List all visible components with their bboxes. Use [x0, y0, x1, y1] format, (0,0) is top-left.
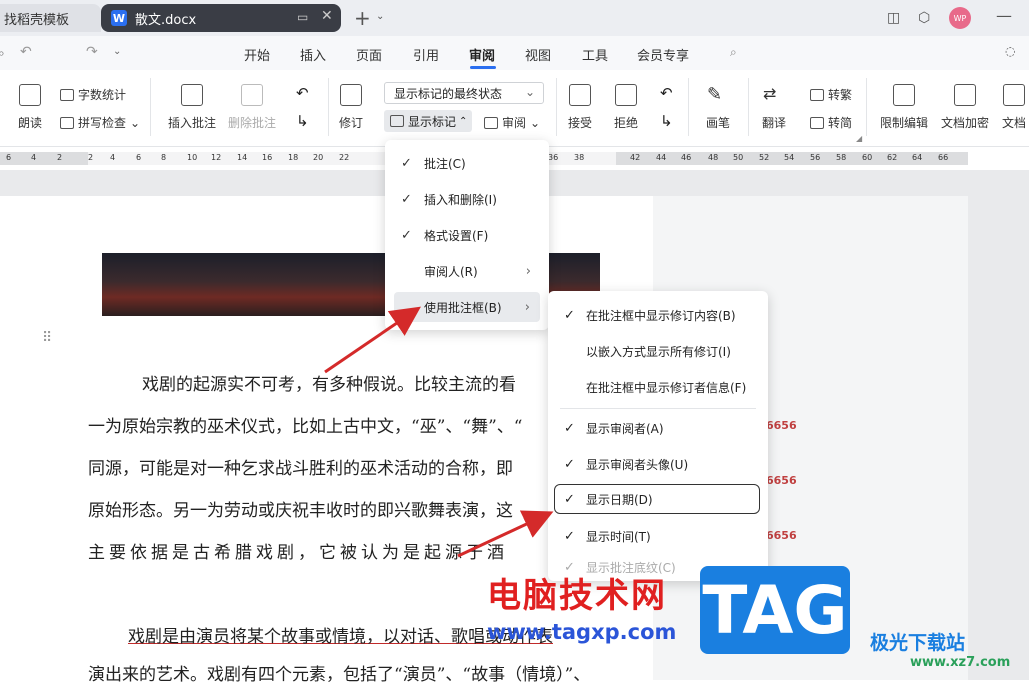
arrow-to-show-date	[457, 510, 554, 558]
watermark-site-url: www.xz7.com	[910, 655, 1011, 670]
watermark-url: www.tagxp.com	[487, 620, 677, 644]
arrow-to-balloons	[324, 306, 421, 374]
watermark-tag-logo: TAG	[700, 566, 850, 654]
watermark-site-logo: 极光下载站	[870, 632, 966, 654]
watermark-text: 电脑技术网	[487, 576, 667, 616]
